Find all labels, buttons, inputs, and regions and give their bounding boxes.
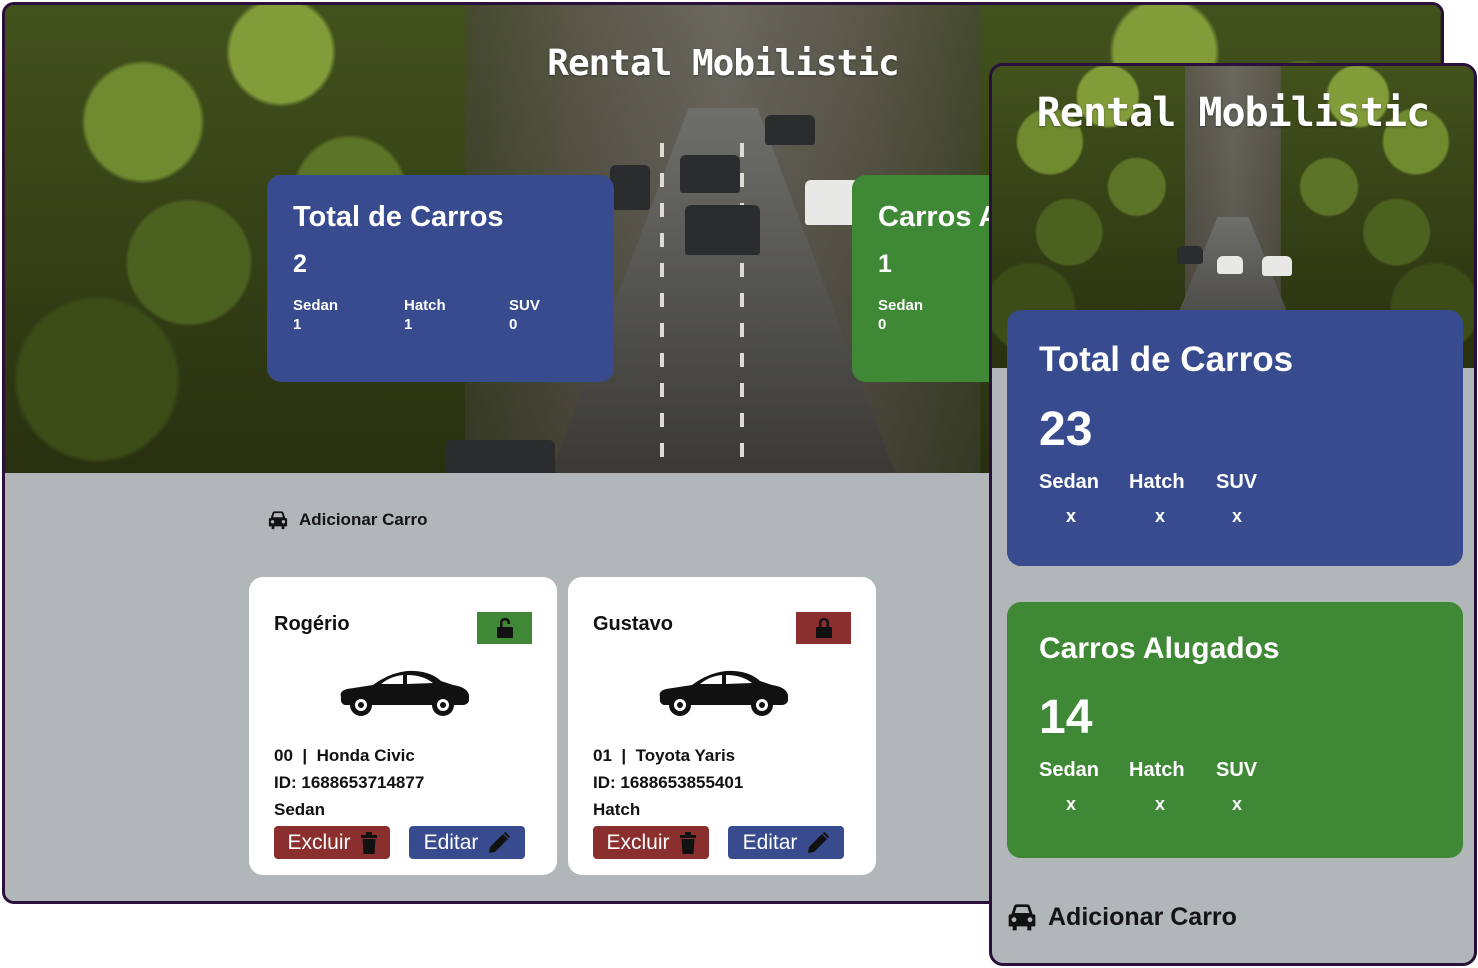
total-cars-card: Total de Carros 23 Sedan x Hatch x SUV x	[1007, 310, 1463, 566]
car-front-icon	[268, 511, 288, 530]
car-front-icon	[1008, 904, 1036, 931]
car-type: Sedan	[274, 800, 326, 819]
add-car-button[interactable]: Adicionar Carro	[267, 510, 427, 530]
type-hatch: Hatch 1	[404, 297, 446, 333]
car-card: Gustavo 01 | Toyota Yaris ID: 1688653855…	[568, 577, 876, 875]
type-suv: SUV x	[1216, 471, 1258, 526]
type-suv: SUV x	[1216, 759, 1258, 814]
car-type: Hatch	[593, 800, 641, 819]
sedan-car-icon	[340, 670, 469, 716]
car-info: 01 | Toyota Yaris ID: 1688653855401 Hatc…	[593, 742, 743, 823]
lock-icon	[815, 618, 832, 638]
type-sedan: Sedan 1	[293, 297, 339, 333]
car-number: 00	[274, 746, 293, 765]
car-model: Toyota Yaris	[635, 746, 736, 765]
lock-toggle[interactable]	[477, 612, 532, 644]
total-cars-count: 23	[1039, 403, 1093, 456]
trash-icon	[679, 831, 696, 854]
total-cars-title: Total de Carros	[293, 201, 504, 233]
type-sedan: Sedan x	[1039, 759, 1100, 814]
add-car-label: Adicionar Carro	[1048, 902, 1237, 931]
sedan-car-icon	[659, 670, 788, 716]
separator: |	[621, 746, 627, 765]
edit-button[interactable]: Editar	[728, 826, 844, 859]
pencil-icon	[489, 831, 511, 853]
type-sedan: Sedan x	[1039, 471, 1100, 526]
type-suv: SUV 0	[509, 297, 540, 333]
mobile-window: Rental Mobilistic Total de Carros 23 Sed…	[989, 63, 1477, 966]
total-cars-count: 2	[293, 250, 307, 278]
total-cars-card: Total de Carros 2 Sedan 1 Hatch 1 SUV 0	[267, 175, 614, 382]
car-number: 01	[593, 746, 612, 765]
brand-title: Rental Mobilistic	[1036, 90, 1430, 136]
car-id: ID: 1688653855401	[593, 773, 744, 792]
pencil-icon	[808, 831, 830, 853]
rented-cars-title: Carros Alugados	[1039, 632, 1280, 665]
trash-icon	[360, 831, 377, 854]
type-sedan: Sedan 0	[878, 297, 924, 333]
total-cars-title: Total de Carros	[1039, 340, 1294, 379]
type-hatch: Hatch x	[1129, 471, 1185, 526]
type-breakdown: Sedan 1 Hatch 1 SUV 0	[293, 297, 588, 333]
rented-cars-card: Carros Alugados 14 Sedan x Hatch x SUV x	[1007, 602, 1463, 858]
car-id: ID: 1688653714877	[274, 773, 425, 792]
type-hatch: Hatch x	[1129, 759, 1185, 814]
rented-cars-count: 14	[1039, 691, 1093, 744]
unlock-icon	[496, 618, 513, 638]
delete-button[interactable]: Excluir	[274, 826, 390, 859]
lock-toggle[interactable]	[796, 612, 851, 644]
add-car-label: Adicionar Carro	[299, 510, 428, 529]
delete-button[interactable]: Excluir	[593, 826, 709, 859]
car-card: Rogério 00 | Honda Civic ID: 16886537148…	[249, 577, 557, 875]
separator: |	[302, 746, 308, 765]
edit-button[interactable]: Editar	[409, 826, 525, 859]
add-car-button[interactable]: Adicionar Carro	[1006, 902, 1237, 932]
car-info: 00 | Honda Civic ID: 1688653714877 Sedan	[274, 742, 424, 823]
car-model: Honda Civic	[316, 746, 415, 765]
